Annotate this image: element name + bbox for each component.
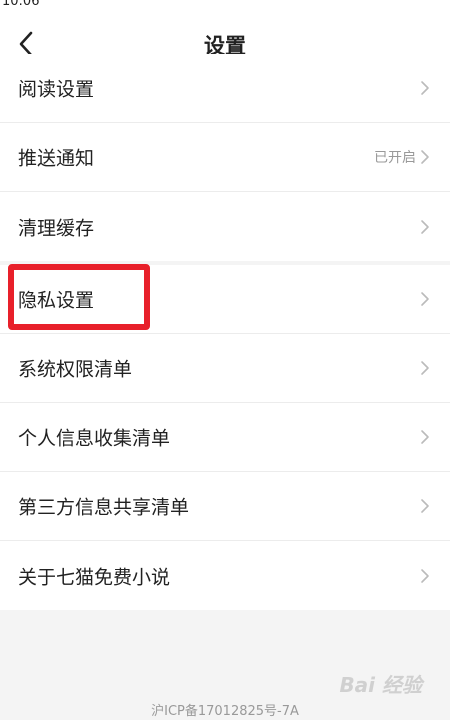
row-personal-info-collection[interactable]: 个人信息收集清单 (0, 403, 450, 472)
chevron-right-icon (421, 568, 429, 583)
icp-footer: 沪ICP备17012825号-7A (151, 704, 299, 719)
row-label: 第三方信息共享清单 (18, 496, 190, 519)
chevron-right-icon (421, 219, 429, 234)
settings-group-general: 阅读设置 推送通知 已开启 清理缓存 (0, 54, 450, 261)
row-reading-settings[interactable]: 阅读设置 (0, 54, 450, 123)
settings-group-privacy: 隐私设置 系统权限清单 个人信息收集清单 第三方信息共享清单 关于七猫免费小说 (0, 265, 450, 610)
row-privacy-settings[interactable]: 隐私设置 (0, 265, 450, 334)
status-time: 10:06 (2, 0, 40, 9)
row-clear-cache[interactable]: 清理缓存 (0, 192, 450, 261)
row-label: 清理缓存 (18, 217, 95, 239)
row-label: 隐私设置 (18, 289, 95, 312)
status-value: 已开启 (374, 150, 416, 166)
row-label: 个人信息收集清单 (18, 427, 171, 450)
status-bar: 10:06 (0, 0, 450, 14)
chevron-right-icon (421, 499, 429, 513)
row-label: 推送通知 (18, 147, 95, 170)
watermark: Bai 经验 (339, 673, 422, 697)
chevron-right-icon (421, 150, 429, 164)
row-system-permissions[interactable]: 系统权限清单 (0, 334, 450, 403)
row-label: 阅读设置 (18, 78, 95, 101)
row-push-notifications[interactable]: 推送通知 已开启 (0, 123, 450, 192)
row-label: 关于七猫免费小说 (18, 566, 171, 588)
row-about-app[interactable]: 关于七猫免费小说 (0, 541, 450, 610)
chevron-right-icon (421, 430, 429, 444)
chevron-right-icon (421, 361, 429, 375)
chevron-right-icon (421, 292, 429, 306)
chevron-right-icon (421, 81, 429, 95)
row-third-party-sharing[interactable]: 第三方信息共享清单 (0, 472, 450, 541)
row-label: 系统权限清单 (18, 358, 133, 381)
